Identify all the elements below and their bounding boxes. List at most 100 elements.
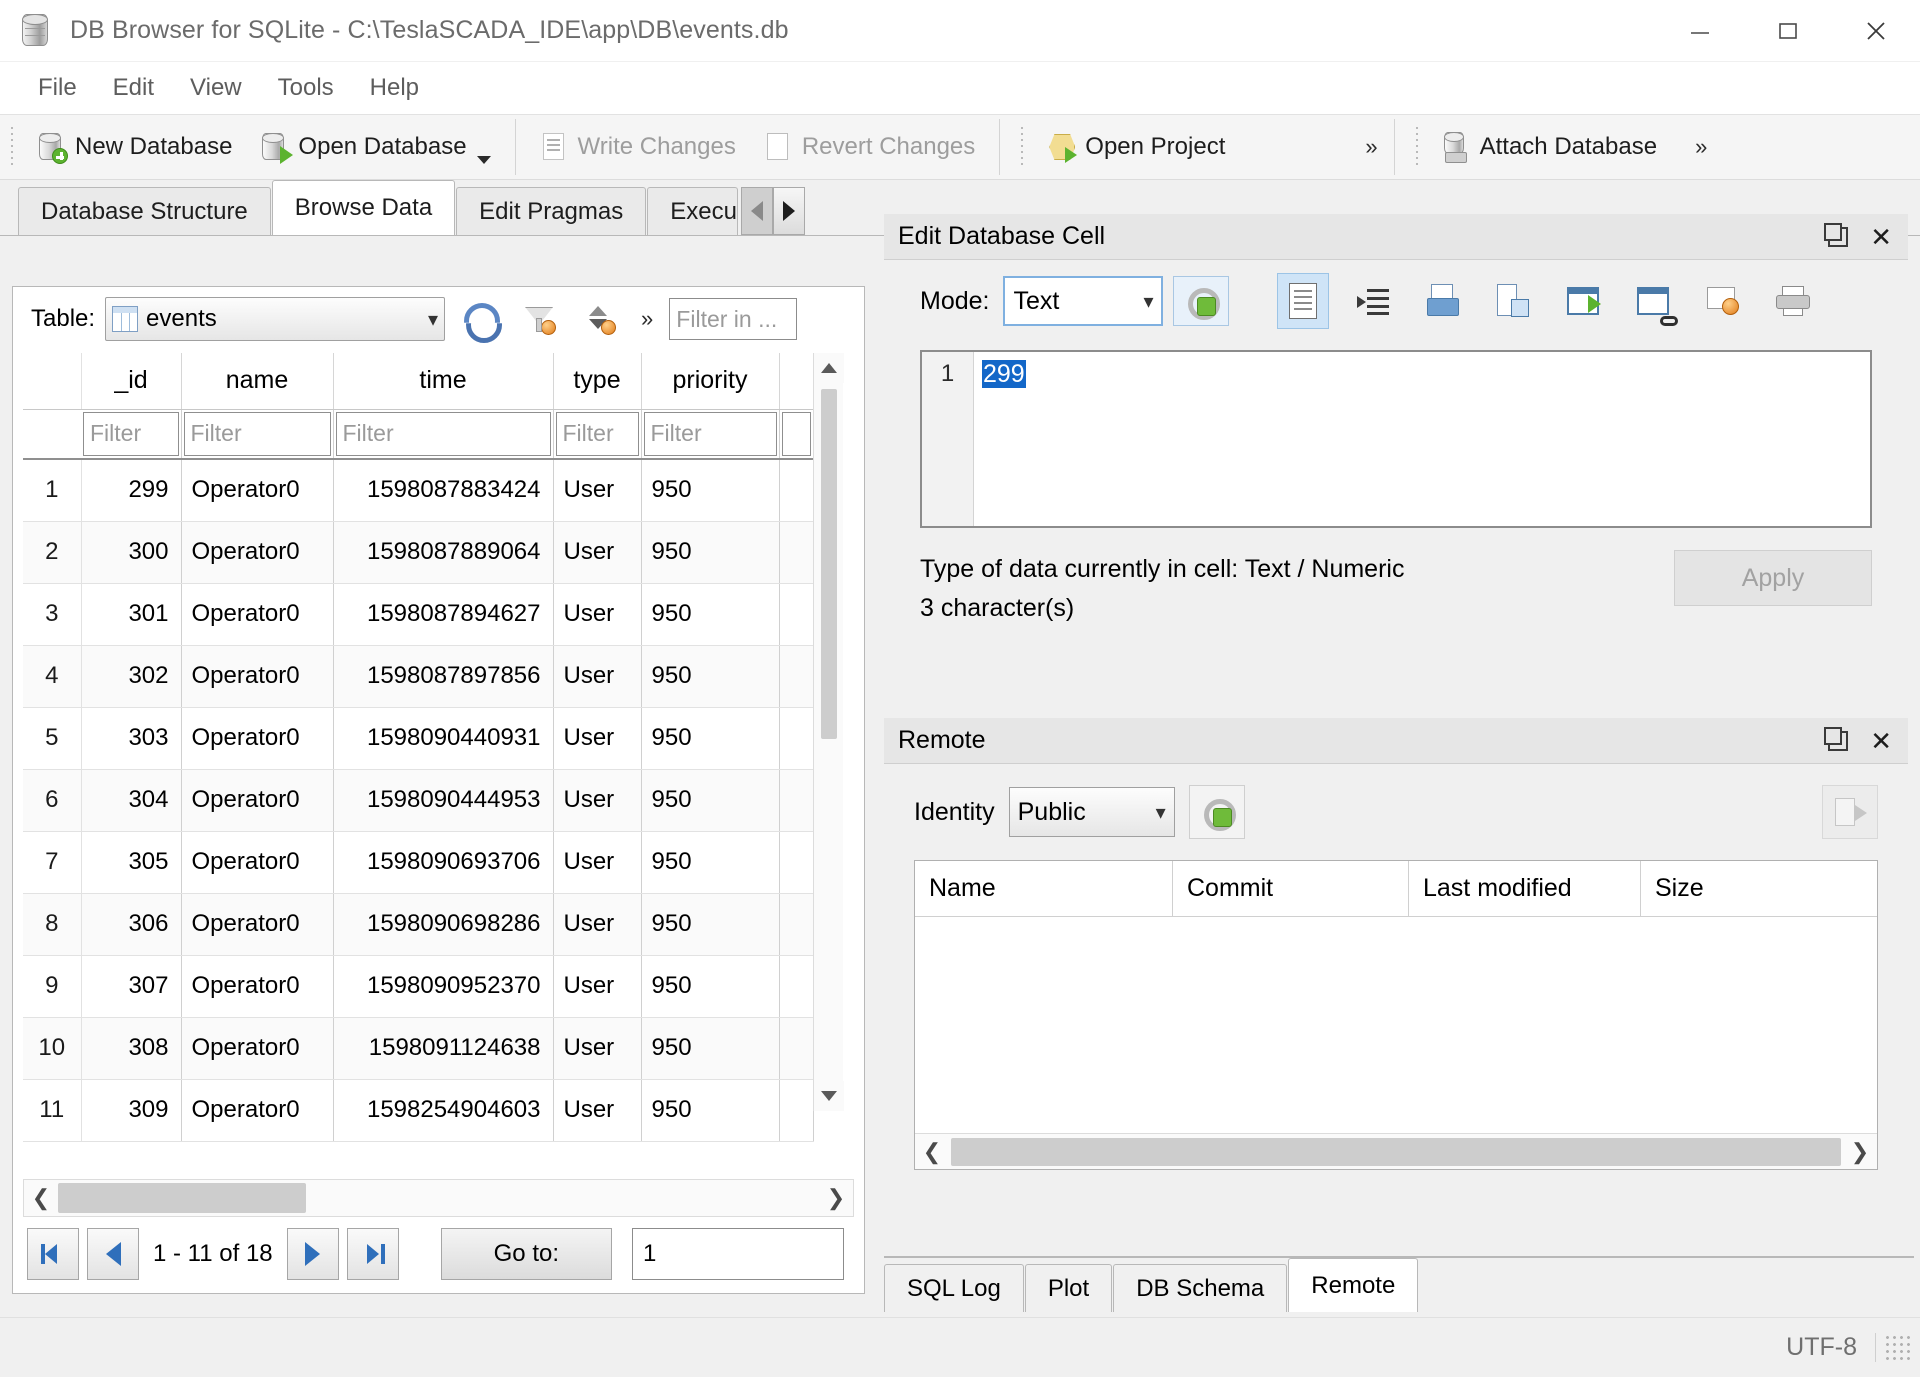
remote-column-name[interactable]: Name — [915, 861, 1173, 916]
tab-scroll-left-icon[interactable] — [740, 187, 773, 235]
bottom-tab-plot[interactable]: Plot — [1024, 1264, 1113, 1312]
cell-id[interactable]: 299 — [81, 459, 182, 522]
cell-name[interactable]: Operator0 — [181, 1017, 334, 1080]
table-row[interactable]: 2 300 Operator0 1598087889064 User 950 — [23, 521, 814, 584]
row-number[interactable]: 1 — [23, 459, 82, 522]
table-row[interactable]: 8 306 Operator0 1598090698286 User 950 — [23, 893, 814, 956]
row-number[interactable]: 10 — [23, 1017, 82, 1080]
table-row[interactable]: 5 303 Operator0 1598090440931 User 950 — [23, 707, 814, 770]
cell-priority[interactable]: 950 — [641, 831, 780, 894]
auto-switch-mode-icon[interactable] — [1173, 276, 1230, 326]
cell-name[interactable]: Operator0 — [181, 893, 334, 956]
close-icon[interactable] — [1832, 0, 1920, 62]
cell-id[interactable]: 301 — [81, 583, 182, 646]
text-mode-icon[interactable] — [1277, 273, 1330, 329]
cell-time[interactable]: 1598090693706 — [333, 831, 554, 894]
cell-type[interactable]: User — [553, 893, 642, 956]
cell-id[interactable]: 304 — [81, 769, 182, 832]
menu-item-file[interactable]: File — [20, 68, 95, 108]
column-header-id[interactable]: _id — [81, 353, 182, 410]
scroll-thumb-vertical[interactable] — [820, 389, 837, 739]
import-data-icon[interactable] — [1417, 273, 1469, 329]
row-number[interactable]: 6 — [23, 769, 82, 832]
remote-column-commit[interactable]: Commit — [1173, 861, 1409, 916]
clear-sort-button[interactable] — [575, 294, 625, 344]
float-dock-icon[interactable] — [1824, 726, 1849, 751]
row-number[interactable]: 2 — [23, 521, 82, 584]
cell-type[interactable]: User — [553, 521, 642, 584]
bottom-tab-remote[interactable]: Remote — [1288, 1258, 1419, 1312]
cell-id[interactable]: 302 — [81, 645, 182, 708]
table-row[interactable]: 10 308 Operator0 1598091124638 User 950 — [23, 1017, 814, 1080]
cell-priority[interactable]: 950 — [641, 583, 780, 646]
cell-type[interactable]: User — [553, 707, 642, 770]
tab-edit-pragmas[interactable]: Edit Pragmas — [456, 187, 647, 235]
scroll-thumb-horizontal[interactable] — [58, 1183, 306, 1213]
scroll-left-icon[interactable]: ❮ — [915, 1134, 949, 1170]
cell-id[interactable]: 303 — [81, 707, 182, 770]
table-select[interactable]: events ▾ — [105, 297, 446, 341]
cell-priority[interactable]: 950 — [641, 1017, 780, 1080]
cell-name[interactable]: Operator0 — [181, 459, 334, 522]
go-next-icon[interactable] — [286, 1228, 339, 1280]
row-number[interactable]: 5 — [23, 707, 82, 770]
cell-name[interactable]: Operator0 — [181, 521, 334, 584]
cell-priority[interactable]: 950 — [641, 521, 780, 584]
row-number-header[interactable] — [23, 353, 82, 410]
open-database-dropdown-icon[interactable] — [476, 156, 491, 164]
cell-priority[interactable]: 950 — [641, 769, 780, 832]
cell-id[interactable]: 309 — [81, 1079, 182, 1142]
new-database-button[interactable]: New Database — [23, 118, 246, 176]
cell-type[interactable]: User — [553, 1017, 642, 1080]
bottom-tab-db-schema[interactable]: DB Schema — [1113, 1264, 1288, 1312]
cell-type[interactable]: User — [553, 955, 642, 1018]
cell-type[interactable]: User — [553, 769, 642, 832]
toolbar-grip[interactable] — [10, 125, 14, 169]
menu-item-tools[interactable]: Tools — [260, 68, 352, 108]
cell-time[interactable]: 1598254904603 — [333, 1079, 554, 1142]
row-number[interactable]: 9 — [23, 955, 82, 1018]
cell-time[interactable]: 1598087889064 — [333, 521, 554, 584]
cell-name[interactable]: Operator0 — [181, 769, 334, 832]
cell-time[interactable]: 1598090952370 — [333, 955, 554, 1018]
column-header-type[interactable]: type — [553, 353, 642, 410]
clear-filters-button[interactable] — [515, 294, 565, 344]
filter-cell-next[interactable] — [779, 409, 814, 460]
cell-time[interactable]: 1598087883424 — [333, 459, 554, 522]
cell-time[interactable]: 1598087897856 — [333, 645, 554, 708]
cell-time[interactable]: 1598091124638 — [333, 1017, 554, 1080]
cell-type[interactable]: User — [553, 583, 642, 646]
table-row[interactable]: 9 307 Operator0 1598090952370 User 950 — [23, 955, 814, 1018]
go-previous-icon[interactable] — [87, 1228, 139, 1280]
table-row[interactable]: 11 309 Operator0 1598254904603 User 950 — [23, 1079, 814, 1142]
word-wrap-icon[interactable] — [1347, 273, 1399, 329]
row-number[interactable]: 3 — [23, 583, 82, 646]
table-row[interactable]: 1 299 Operator0 1598087883424 User 950 — [23, 459, 814, 522]
scroll-up-icon[interactable] — [813, 353, 844, 383]
toolbar-grip-3[interactable] — [1414, 125, 1419, 169]
browse-toolbar-overflow-icon[interactable]: » — [635, 306, 659, 332]
cell-name[interactable]: Operator0 — [181, 645, 334, 708]
export-data-icon[interactable] — [1487, 273, 1539, 329]
open-in-default-app-icon[interactable] — [1627, 273, 1679, 329]
filter-input-priority[interactable]: Filter — [643, 411, 777, 456]
scroll-left-icon[interactable]: ❮ — [24, 1180, 58, 1216]
table-row[interactable]: 3 301 Operator0 1598087894627 User 950 — [23, 583, 814, 646]
cell-name[interactable]: Operator0 — [181, 707, 334, 770]
identity-select[interactable]: Public ▾ — [1008, 787, 1175, 837]
column-header-time[interactable]: time — [333, 353, 554, 410]
resize-grip-icon[interactable] — [1884, 1333, 1912, 1362]
tab-database-structure[interactable]: Database Structure — [18, 187, 271, 235]
scroll-right-icon[interactable]: ❯ — [819, 1180, 853, 1216]
bottom-tab-sql-log[interactable]: SQL Log — [884, 1264, 1024, 1312]
close-icon[interactable]: ✕ — [1870, 224, 1892, 250]
scroll-down-icon[interactable] — [813, 1081, 844, 1111]
cell-type[interactable]: User — [553, 645, 642, 708]
cell-type[interactable]: User — [553, 831, 642, 894]
cell-id[interactable]: 305 — [81, 831, 182, 894]
cell-name[interactable]: Operator0 — [181, 831, 334, 894]
close-icon[interactable]: ✕ — [1870, 728, 1892, 754]
goto-input[interactable]: 1 — [632, 1228, 845, 1280]
column-header-name[interactable]: name — [181, 353, 334, 410]
project-toolbar-overflow-icon[interactable]: » — [1359, 134, 1383, 160]
